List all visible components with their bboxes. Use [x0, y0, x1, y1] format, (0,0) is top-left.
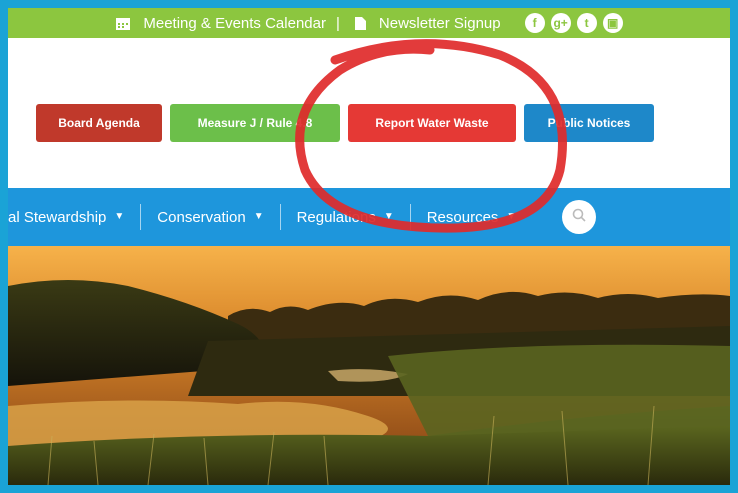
twitter-icon[interactable]: t	[576, 13, 597, 33]
page-frame: Meeting & Events Calendar | Newsletter S…	[8, 8, 730, 485]
chevron-down-icon: ▼	[383, 210, 394, 222]
report-water-waste-button[interactable]: Report Water Waste	[348, 104, 516, 142]
nav-item-label: Regulations	[296, 208, 376, 226]
nav-item-regulations[interactable]: Regulations ▼	[281, 209, 410, 226]
search-icon	[571, 207, 587, 227]
nav-item-stewardship[interactable]: al Stewardship ▼	[8, 209, 140, 226]
nav-item-resources[interactable]: Resources ▼	[411, 209, 533, 226]
chevron-down-icon: ▼	[253, 210, 264, 222]
social-links: f g+ t ▣	[524, 13, 623, 33]
search-button[interactable]	[562, 200, 597, 234]
google-plus-icon[interactable]: g+	[550, 13, 571, 33]
topbar-separator: |	[335, 14, 340, 32]
youtube-icon[interactable]: ▣	[602, 13, 623, 33]
quick-links: Board Agenda Measure J / Rule 4.8 Report…	[36, 104, 654, 142]
nav-item-label: Resources	[426, 208, 499, 226]
facebook-icon[interactable]: f	[524, 13, 545, 33]
document-icon	[354, 16, 367, 31]
top-utility-bar: Meeting & Events Calendar | Newsletter S…	[8, 8, 730, 38]
chevron-down-icon: ▼	[114, 210, 125, 222]
chevron-down-icon: ▼	[506, 210, 517, 222]
main-navigation: al Stewardship ▼ Conservation ▼ Regulati…	[8, 188, 730, 246]
marsh-sunset-photo	[8, 246, 730, 485]
measure-button[interactable]: Measure J / Rule 4.8	[170, 104, 340, 142]
nav-item-label: Conservation	[157, 208, 246, 226]
hero-image	[8, 246, 730, 485]
calendar-icon	[115, 16, 131, 31]
nav-item-label: al Stewardship	[8, 208, 107, 226]
newsletter-link[interactable]: Newsletter Signup	[379, 15, 501, 32]
calendar-link[interactable]: Meeting & Events Calendar	[143, 15, 326, 32]
public-notices-button[interactable]: Public Notices	[524, 104, 654, 142]
board-agenda-button[interactable]: Board Agenda	[36, 104, 162, 142]
nav-item-conservation[interactable]: Conservation ▼	[141, 209, 279, 226]
